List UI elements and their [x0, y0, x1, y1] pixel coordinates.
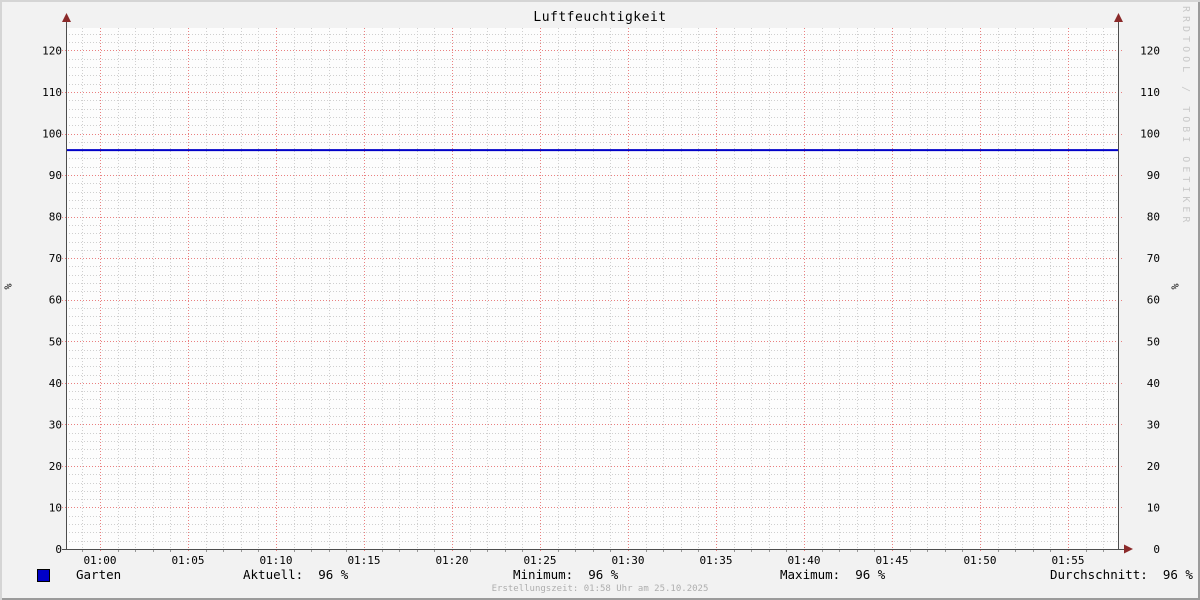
y-tick-label: 20: [1147, 460, 1160, 473]
x-tick-label: 01:15: [347, 554, 380, 567]
y-tick-label: 90: [1147, 169, 1160, 182]
y-tick-label: 120: [1140, 44, 1160, 57]
y-tick-label: 90: [49, 169, 62, 182]
x-tick-label: 01:30: [611, 554, 644, 567]
y-tick-label: 70: [1147, 252, 1160, 265]
x-tick-label: 01:35: [699, 554, 732, 567]
y-tick-label: 40: [1147, 377, 1160, 390]
x-tick-label: 01:10: [259, 554, 292, 567]
y-tick-label: 20: [49, 460, 62, 473]
x-tick-label: 01:25: [523, 554, 556, 567]
y-tick-label: 10: [1147, 501, 1160, 514]
x-tick-label: 01:20: [435, 554, 468, 567]
y-tick-label: 110: [1140, 86, 1160, 99]
rrd-graph: Luftfeuchtigkeit RRDTOOL / TOBI OETIKER …: [0, 0, 1200, 600]
creation-time: Erstellungszeit: 01:58 Uhr am 25.10.2025: [491, 584, 709, 594]
x-tick-label: 01:00: [83, 554, 116, 567]
y-tick-label: 100: [42, 128, 62, 141]
x-tick-label: 01:40: [787, 554, 820, 567]
y-tick-label: 40: [49, 377, 62, 390]
y-tick-label: 70: [49, 252, 62, 265]
y-tick-label: 80: [1147, 211, 1160, 224]
y-tick-label: 60: [49, 294, 62, 307]
x-tick-label: 01:55: [1051, 554, 1084, 567]
chart-plot-area: 0 0 10 10 20 20 30 30 40 40 50 50 60 60 70 70 80 80 90 90 10…: [42, 13, 1160, 567]
arrow-up-left-icon: [62, 13, 71, 22]
y-tick-label: 0: [55, 543, 62, 556]
x-tick-label: 01:05: [171, 554, 204, 567]
y-tick-label: 120: [42, 44, 62, 57]
y-tick-label: 10: [49, 501, 62, 514]
x-axis-labels: 01:00 01:05 01:10 01:15 01:20 01:25 01:30 01:35…: [83, 554, 1084, 567]
y-tick-label: 100: [1140, 128, 1160, 141]
y-tick-label: 80: [49, 211, 62, 224]
x-tick-label: 01:50: [963, 554, 996, 567]
x-tick-label: 01:45: [875, 554, 908, 567]
arrow-up-right-icon: [1114, 13, 1123, 22]
y-tick-label: 50: [49, 335, 62, 348]
y-tick-label: 60: [1147, 294, 1160, 307]
y-tick-label: 30: [1147, 418, 1160, 431]
arrow-right-icon: [1124, 544, 1133, 554]
y-tick-label: 0: [1153, 543, 1160, 556]
y-tick-label: 110: [42, 86, 62, 99]
y-tick-label: 50: [1147, 335, 1160, 348]
y-tick-label: 30: [49, 418, 62, 431]
